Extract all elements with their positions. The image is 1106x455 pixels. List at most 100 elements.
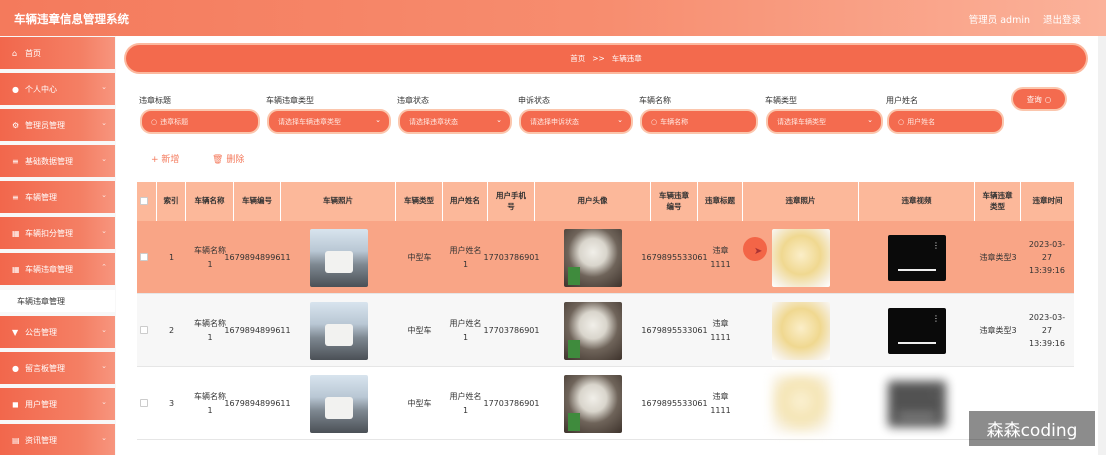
user-icon: ● [12, 363, 19, 373]
main-content: 首页 >> 车辆违章 违章标题 ○ 违章标题 车辆违章类型 请选择车辆违章类型 … [116, 36, 1106, 455]
sidebar-item-home[interactable]: ⌂ 首页 [0, 37, 115, 69]
chevron-down-icon: ⌄ [867, 116, 873, 124]
vehicle-photo-image[interactable] [309, 301, 368, 360]
sidebar-subitem-violations[interactable]: 车辆违章管理 [0, 290, 115, 312]
filter-label-title: 违章标题 [139, 96, 171, 105]
user-avatar-image[interactable] [564, 374, 622, 433]
top-bar: 车辆违章信息管理系统 管理员 admin 退出登录 [0, 0, 1106, 36]
table-header: 索引 车辆名称 车辆编号 车辆照片 车辆类型 用户姓名 用户手机号 用户头像 车… [137, 182, 1074, 221]
grid-icon: ▦ [12, 228, 20, 238]
row-checkbox[interactable] [140, 253, 148, 261]
filter-user-name-input[interactable]: ○ 用户姓名 [889, 111, 1002, 132]
column-header: 车辆名称 [186, 182, 234, 221]
sidebar-item-admins[interactable]: ⚙ 管理员管理 ⌄ [0, 109, 115, 141]
search-icon: ○ [651, 117, 658, 126]
sidebar-item-news[interactable]: ▤ 资讯管理 ⌄ [0, 424, 115, 455]
table-row[interactable]: 1 车辆名称1 1679894899611 中型车 用户姓名1 17703786… [137, 221, 1074, 294]
search-button[interactable]: 查询 ○ [1013, 89, 1065, 109]
column-header: 违章照片 [743, 182, 859, 221]
breadcrumb-current: 车辆违章 [611, 54, 642, 63]
cell-user-name: 用户姓名1 [449, 319, 482, 342]
violation-video-player[interactable] [888, 380, 946, 427]
list-icon: ≡ [12, 192, 19, 202]
filter-placeholder: 请选择车辆类型 [777, 117, 826, 126]
violation-photo-image[interactable] [772, 374, 830, 433]
sidebar-subitem-label: 车辆违章管理 [17, 296, 65, 306]
filter-label-status: 违章状态 [397, 96, 429, 105]
plus-icon: + [151, 155, 159, 165]
chevron-down-icon: ⌄ [496, 116, 502, 124]
cell-index: 1 [168, 252, 175, 262]
select-all-checkbox[interactable] [140, 197, 148, 205]
filter-vehicle-name-input[interactable]: ○ 车辆名称 [642, 111, 756, 132]
user-avatar-image[interactable] [564, 228, 622, 287]
filter-status-select[interactable]: 请选择违章状态 ⌄ [400, 111, 510, 132]
cell-user-name: 用户姓名1 [449, 392, 482, 415]
cursor-icon: ➤ [754, 246, 763, 257]
search-button-label: 查询 [1026, 94, 1042, 104]
sidebar-item-violations[interactable]: ▦ 车辆违章管理 ⌃ [0, 253, 115, 285]
sidebar-item-vehicles[interactable]: ≡ 车辆管理 ⌄ [0, 181, 115, 213]
cell-avatar [535, 294, 651, 367]
sidebar-item-profile[interactable]: ● 个人中心 ⌄ [0, 73, 115, 105]
filter-placeholder: 请选择申诉状态 [530, 117, 579, 126]
column-header: 用户头像 [535, 182, 651, 221]
cell-violation-photo [743, 294, 859, 367]
user-avatar-image[interactable] [564, 301, 622, 360]
chevron-down-icon: ⌄ [101, 362, 107, 370]
sidebar-item-label: 基础数据管理 [25, 156, 73, 166]
sidebar-item-notices[interactable]: ▼ 公告管理 ⌄ [0, 316, 115, 348]
sidebar-item-users[interactable]: ◼ 用户管理 ⌄ [0, 388, 115, 420]
sidebar-item-deductions[interactable]: ▦ 车辆扣分管理 ⌄ [0, 217, 115, 249]
logout-link[interactable]: 退出登录 [1043, 12, 1081, 26]
cell-vehicle-no: 1679894899611 [224, 398, 291, 408]
violation-video-player[interactable] [888, 307, 946, 354]
delete-button[interactable]: 🗑 删除 [212, 152, 244, 165]
cell-violation-video [859, 294, 975, 367]
news-icon: ▤ [12, 435, 20, 445]
violation-photo-image[interactable] [772, 228, 830, 287]
row-checkbox[interactable] [140, 399, 148, 407]
breadcrumb-home[interactable]: 首页 [570, 53, 585, 64]
select-all-cell [137, 182, 157, 221]
table-row[interactable]: 3 车辆名称1 1679894899611 中型车 用户姓名1 17703786… [137, 367, 1074, 440]
cell-violation-video [859, 221, 975, 294]
cell-phone: 17703786901 [483, 252, 540, 262]
cell-vehicle-type: 中型车 [407, 398, 432, 408]
home-icon: ⌂ [12, 48, 18, 58]
sidebar-item-label: 留言板管理 [25, 363, 65, 373]
cell-vehicle-photo [281, 294, 396, 367]
cell-violation-time: 2023-03-27 13:39:16 [1028, 312, 1066, 349]
sidebar-item-base-data[interactable]: ≡ 基础数据管理 ⌄ [0, 145, 115, 177]
filter-title-input[interactable]: ○ 违章标题 [142, 111, 258, 132]
add-button[interactable]: + 新增 [151, 152, 179, 165]
chevron-down-icon: ⌄ [101, 83, 107, 91]
filter-placeholder: 车辆名称 [660, 117, 689, 126]
vertical-scrollbar[interactable] [1098, 36, 1106, 455]
filter-violation-type-select[interactable]: 请选择车辆违章类型 ⌄ [269, 111, 389, 132]
filter-vehicle-type-select[interactable]: 请选择车辆类型 ⌄ [768, 111, 881, 132]
filter-placeholder: 请选择车辆违章类型 [278, 117, 341, 126]
search-icon: ○ [151, 117, 158, 126]
cell-vehicle-photo [281, 221, 396, 294]
vehicle-photo-image[interactable] [309, 228, 368, 287]
row-checkbox[interactable] [140, 326, 148, 334]
table-row[interactable]: 2 车辆名称1 1679894899611 中型车 用户姓名1 17703786… [137, 294, 1074, 367]
cell-vehicle-type: 中型车 [407, 252, 432, 262]
sidebar-item-messages[interactable]: ● 留言板管理 ⌄ [0, 352, 115, 384]
violation-video-player[interactable] [888, 234, 946, 281]
sidebar: ⌂ 首页 ● 个人中心 ⌄ ⚙ 管理员管理 ⌄ ≡ 基础数据管理 ⌄ ≡ 车辆管… [0, 36, 116, 455]
user-icon: ● [12, 84, 19, 94]
cell-user-name: 用户姓名1 [449, 246, 482, 269]
cell-index: 2 [168, 325, 175, 335]
chevron-down-icon: ⌄ [101, 155, 107, 163]
violation-photo-image[interactable] [772, 301, 830, 360]
column-header: 违章标题 [698, 182, 743, 221]
column-header: 车辆类型 [396, 182, 443, 221]
filter-appeal-select[interactable]: 请选择申诉状态 ⌄ [521, 111, 631, 132]
filter-placeholder: 用户姓名 [907, 117, 936, 126]
sidebar-item-label: 车辆扣分管理 [25, 228, 73, 238]
cell-violation-title: 违章1111 [710, 319, 731, 342]
vehicle-photo-image[interactable] [309, 374, 368, 433]
cell-phone: 17703786901 [483, 325, 540, 335]
